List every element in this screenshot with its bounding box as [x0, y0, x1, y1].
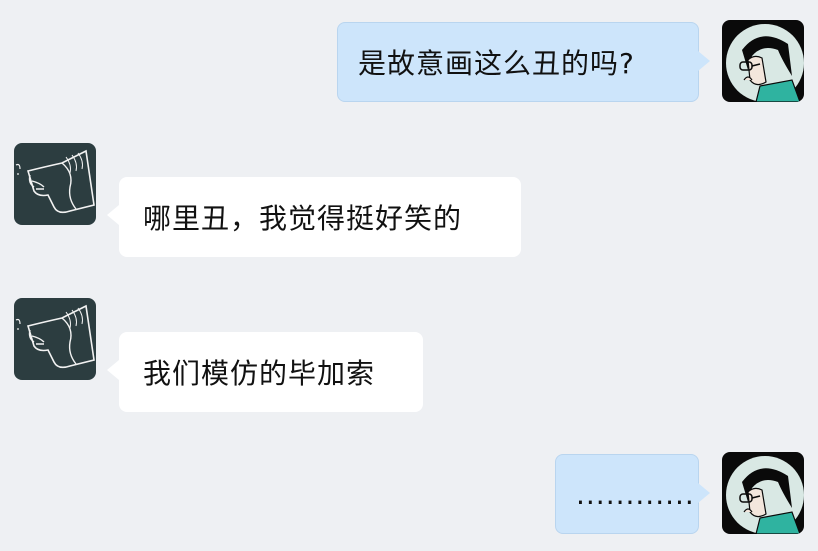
chat-conversation: 是故意画这么丑的吗? 哪里丑，我觉得挺好笑的 我们模仿的毕加索 ........…	[0, 0, 818, 551]
contact-avatar[interactable]	[14, 143, 96, 225]
user-avatar-self[interactable]	[722, 20, 804, 102]
woman-with-glasses-avatar-icon	[722, 20, 804, 102]
message-text: 是故意画这么丑的吗?	[358, 47, 635, 80]
bubble-tail	[107, 360, 119, 380]
bubble-tail	[107, 205, 119, 225]
user-avatar-self[interactable]	[722, 452, 804, 534]
bubble-tail	[698, 51, 710, 71]
woman-with-glasses-avatar-icon	[722, 452, 804, 534]
message-text: 我们模仿的毕加索	[143, 357, 376, 390]
message-bubble-incoming[interactable]: 哪里丑，我觉得挺好笑的	[107, 177, 521, 257]
contact-avatar[interactable]	[14, 298, 96, 380]
message-bubble-incoming[interactable]: 我们模仿的毕加索	[107, 332, 423, 412]
message-text: 哪里丑，我觉得挺好笑的	[143, 202, 463, 235]
message-bubble-outgoing[interactable]: 是故意画这么丑的吗?	[337, 22, 710, 102]
message-text: ............	[576, 477, 695, 511]
sketch-face-avatar-icon	[14, 298, 96, 380]
message-bubble-outgoing[interactable]: ............	[555, 454, 710, 534]
bubble-tail	[698, 483, 710, 503]
sketch-face-avatar-icon	[14, 143, 96, 225]
